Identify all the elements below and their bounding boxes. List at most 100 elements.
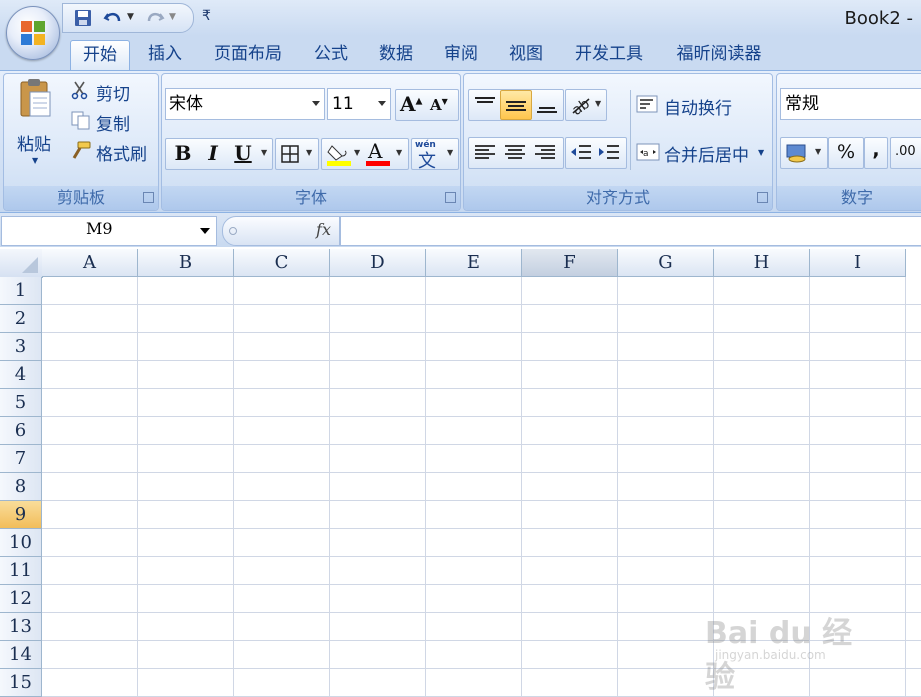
name-box[interactable]: M9 [1, 216, 217, 246]
phonetic-dropdown-icon[interactable]: ▼ [447, 148, 453, 157]
row-header-6[interactable]: 6 [0, 417, 42, 445]
resize-handle-icon[interactable] [229, 227, 237, 235]
copy-label[interactable]: 复制 [96, 110, 130, 135]
undo-icon[interactable] [103, 8, 123, 28]
format-painter-label[interactable]: 格式刷 [96, 140, 147, 165]
row-header-7[interactable]: 7 [0, 445, 42, 473]
accounting-dropdown-icon[interactable]: ▼ [815, 147, 821, 156]
office-button[interactable] [6, 6, 60, 60]
gridline-horizontal [42, 472, 921, 473]
tab-home[interactable]: 开始 [70, 40, 130, 71]
wrap-text-icon[interactable] [636, 94, 658, 114]
align-middle-button[interactable] [500, 90, 532, 120]
merge-center-label[interactable]: 合并后居中 [664, 141, 749, 166]
gridline-horizontal [42, 304, 921, 305]
undo-dropdown-icon[interactable]: ▼ [127, 12, 134, 22]
grow-font-icon[interactable]: A▲ [400, 92, 422, 116]
align-center-icon[interactable] [503, 142, 527, 164]
row-header-13[interactable]: 13 [0, 613, 42, 641]
tab-review[interactable]: 审阅 [436, 40, 486, 70]
row-header-4[interactable]: 4 [0, 361, 42, 389]
decrease-indent-icon[interactable] [569, 142, 593, 164]
align-bottom-icon[interactable] [535, 94, 559, 116]
column-header-c[interactable]: C [234, 249, 330, 277]
column-header-f[interactable]: F [522, 249, 618, 277]
row-header-1[interactable]: 1 [0, 277, 42, 305]
format-painter-icon[interactable] [70, 140, 92, 160]
fill-color-icon[interactable] [326, 142, 352, 166]
increase-indent-icon[interactable] [597, 142, 621, 164]
tab-formulas[interactable]: 公式 [306, 40, 356, 70]
row-header-2[interactable]: 2 [0, 305, 42, 333]
row-header-14[interactable]: 14 [0, 641, 42, 669]
row-header-10[interactable]: 10 [0, 529, 42, 557]
save-icon[interactable] [73, 8, 93, 28]
underline-dropdown-icon[interactable]: ▼ [261, 148, 267, 157]
customize-icon[interactable]: ₹ [202, 8, 211, 24]
chevron-down-icon[interactable] [200, 228, 210, 234]
chevron-down-icon[interactable] [312, 101, 320, 106]
comma-style-button[interactable]: , [864, 137, 888, 169]
watermark: Bai du 经验 jingyan.baidu.com [705, 600, 875, 695]
formula-input[interactable] [340, 216, 921, 246]
tab-developer[interactable]: 开发工具 [566, 40, 652, 70]
paste-dropdown-icon[interactable]: ▼ [32, 156, 38, 165]
accounting-format-button[interactable]: ▼ [780, 137, 828, 169]
tab-page-layout[interactable]: 页面布局 [205, 40, 291, 70]
cut-icon[interactable] [70, 80, 90, 100]
column-header-i[interactable]: I [810, 249, 906, 277]
tab-foxit-reader[interactable]: 福昕阅读器 [667, 40, 771, 70]
align-right-icon[interactable] [533, 142, 557, 164]
column-header-h[interactable]: H [714, 249, 810, 277]
align-top-icon[interactable] [473, 94, 497, 116]
borders-button[interactable]: ▼ [275, 138, 319, 170]
underline-button[interactable]: U [232, 141, 254, 165]
row-header-9[interactable]: 9 [0, 501, 42, 529]
tab-data[interactable]: 数据 [371, 40, 421, 70]
font-size-combo[interactable]: 11 [327, 88, 391, 120]
merge-center-icon[interactable]: a [636, 142, 660, 162]
increase-decimal-button[interactable]: .00 [890, 137, 921, 169]
copy-icon[interactable] [70, 110, 92, 130]
align-left-icon[interactable] [473, 142, 497, 164]
row-header-5[interactable]: 5 [0, 389, 42, 417]
column-header-d[interactable]: D [330, 249, 426, 277]
italic-button[interactable]: I [202, 141, 224, 165]
column-header-a[interactable]: A [42, 249, 138, 277]
row-header-12[interactable]: 12 [0, 585, 42, 613]
row-header-3[interactable]: 3 [0, 333, 42, 361]
paste-label[interactable]: 粘贴 [17, 130, 51, 155]
column-header-g[interactable]: G [618, 249, 714, 277]
percent-button[interactable]: % [828, 137, 864, 169]
tab-insert[interactable]: 插入 [138, 40, 192, 70]
row-header-11[interactable]: 11 [0, 557, 42, 585]
alignment-launcher-icon[interactable] [757, 192, 768, 203]
chevron-down-icon[interactable] [378, 101, 386, 106]
row-header-15[interactable]: 15 [0, 669, 42, 697]
number-format-combo[interactable]: 常规 [780, 88, 921, 120]
font-color-dropdown-icon[interactable]: ▼ [396, 148, 402, 157]
cut-label[interactable]: 剪切 [96, 80, 130, 105]
wrap-text-label[interactable]: 自动换行 [664, 94, 732, 119]
row-header-8[interactable]: 8 [0, 473, 42, 501]
orientation-button[interactable]: ab ▼ [565, 89, 607, 121]
column-header-b[interactable]: B [138, 249, 234, 277]
borders-dropdown-icon[interactable]: ▼ [306, 148, 312, 157]
font-launcher-icon[interactable] [445, 192, 456, 203]
orientation-dropdown-icon[interactable]: ▼ [595, 99, 601, 108]
font-name-combo[interactable]: 宋体 [165, 88, 325, 120]
merge-dropdown-icon[interactable]: ▼ [758, 148, 764, 157]
paste-icon[interactable] [18, 78, 54, 120]
fill-dropdown-icon[interactable]: ▼ [354, 148, 360, 157]
redo-dropdown-icon[interactable]: ▼ [169, 12, 176, 22]
shrink-font-icon[interactable]: A▼ [430, 96, 448, 114]
select-all-button[interactable] [0, 249, 43, 278]
insert-function-button[interactable]: fx [316, 220, 331, 239]
phonetic-button[interactable]: wén 文 ▼ [411, 138, 459, 172]
bold-button[interactable]: B [172, 141, 194, 165]
column-header-e[interactable]: E [426, 249, 522, 277]
tab-view[interactable]: 视图 [501, 40, 551, 70]
redo-icon[interactable] [145, 8, 165, 28]
font-color-button[interactable]: A [368, 139, 382, 163]
clipboard-launcher-icon[interactable] [143, 192, 154, 203]
